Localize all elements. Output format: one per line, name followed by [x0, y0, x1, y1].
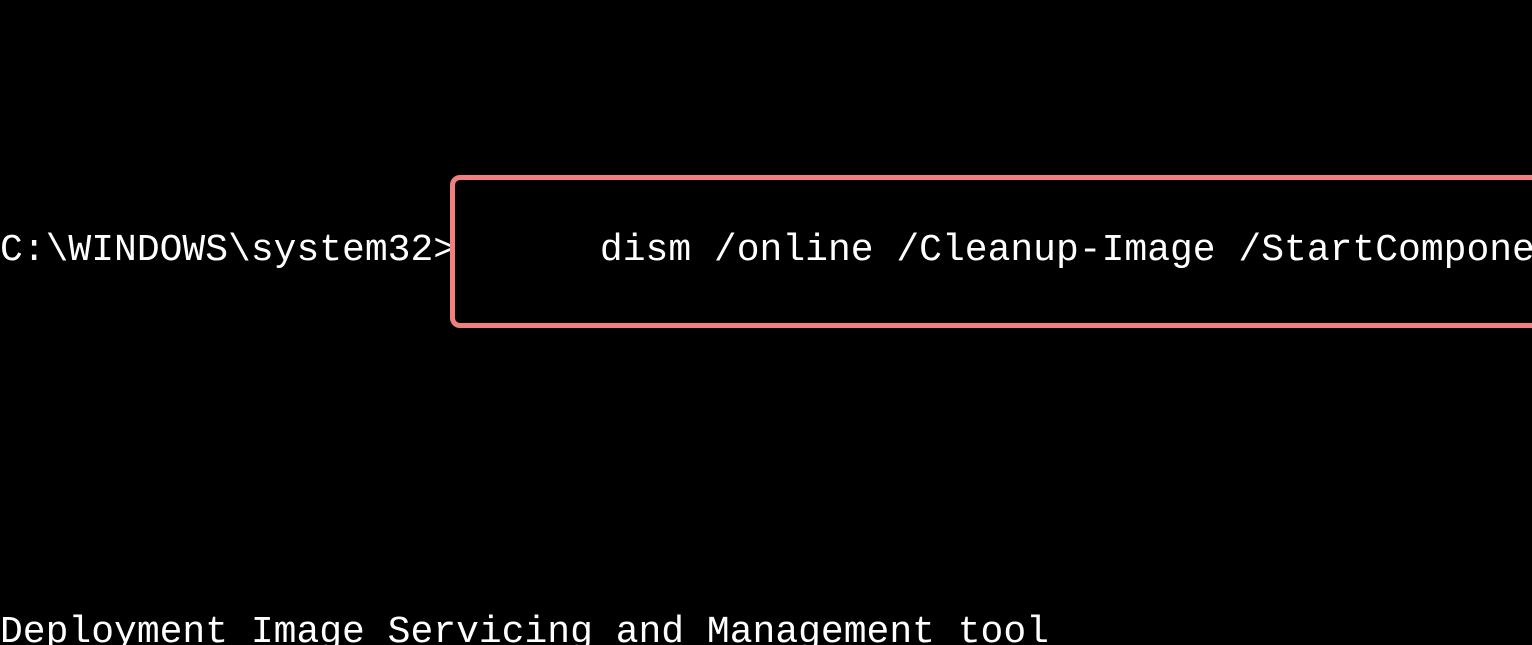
prompt-path: C:\WINDOWS\system32>	[0, 228, 456, 274]
command-output: Deployment Image Servicing and Managemen…	[0, 517, 1532, 645]
highlighted-command: dism /online /Cleanup-Image /StartCompon…	[450, 175, 1532, 328]
command-line-1: C:\WINDOWS\system32> dism /online /Clean…	[0, 175, 1532, 328]
tool-title: Deployment Image Servicing and Managemen…	[0, 610, 1532, 645]
terminal-window[interactable]: C:\WINDOWS\system32> dism /online /Clean…	[0, 0, 1532, 645]
command-text: dism /online /Cleanup-Image /StartCompon…	[600, 229, 1532, 272]
